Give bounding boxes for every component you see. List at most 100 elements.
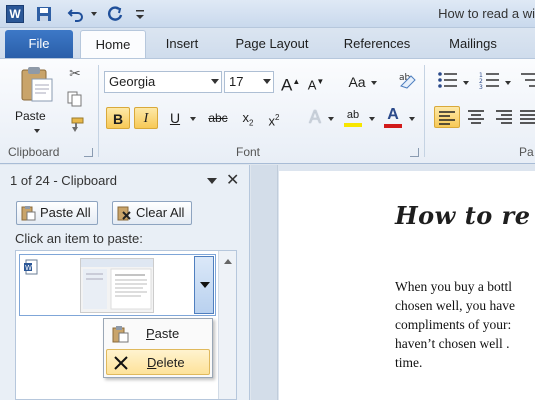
paste-icon [112, 326, 129, 343]
context-menu-paste-label: Paste [146, 326, 180, 341]
text-effects-dropdown-icon[interactable] [328, 117, 334, 121]
font-dialog-launcher-icon[interactable] [410, 148, 419, 157]
svg-text:W: W [25, 264, 32, 272]
subscript-button[interactable]: x2 [238, 107, 258, 129]
numbering-dropdown-icon[interactable] [505, 81, 511, 85]
font-size-combo[interactable]: 17 [224, 71, 274, 93]
document-line: haven’t chosen well . [395, 336, 510, 351]
document-line: chosen well, you have [395, 298, 515, 313]
pane-options-chevron-icon[interactable] [207, 178, 217, 184]
bullets-icon[interactable] [436, 71, 460, 93]
tab-file[interactable]: File [5, 30, 73, 58]
clipboard-pane-header: 1 of 24 - Clipboard ✕ [0, 165, 250, 195]
cut-icon[interactable]: ✂ [66, 65, 84, 81]
clipboard-pane-title: 1 of 24 - Clipboard [10, 173, 117, 188]
scroll-up-icon[interactable] [224, 259, 232, 264]
close-icon[interactable]: ✕ [226, 170, 239, 190]
tab-mailings[interactable]: Mailings [432, 30, 514, 58]
font-color-dropdown-icon[interactable] [409, 117, 415, 121]
align-right-icon[interactable] [492, 106, 516, 128]
highlight-label: ab [346, 109, 360, 121]
clipboard-dialog-launcher-icon[interactable] [84, 148, 93, 157]
clipboard-group-label: Clipboard [8, 145, 60, 159]
title-bar: W How to read a wi [0, 0, 535, 28]
paste-icon[interactable] [16, 65, 56, 105]
font-group-label: Font [236, 145, 261, 159]
underline-button[interactable]: U [166, 107, 184, 129]
chevron-down-icon [263, 79, 271, 84]
highlight-color-swatch [344, 123, 362, 127]
redo-icon[interactable] [104, 4, 126, 24]
undo-icon[interactable] [62, 4, 90, 24]
clear-all-label: Clear All [136, 205, 185, 220]
context-menu-delete[interactable]: Delete [106, 349, 210, 375]
clipboard-item-dropdown-button[interactable] [194, 256, 214, 314]
tab-home[interactable]: Home [80, 30, 146, 58]
ribbon-home: Paste ✂ Clipboard Georgia 17 A▲ A▼ Aa ab… [0, 58, 535, 164]
bold-button[interactable]: B [106, 107, 130, 129]
context-menu-paste[interactable]: Paste [106, 321, 210, 347]
group-divider [98, 65, 99, 157]
font-color-button[interactable]: A [382, 104, 404, 128]
clipboard-item-context-menu: Paste Delete [103, 318, 213, 378]
tab-references[interactable]: References [332, 30, 422, 58]
text-effects-button[interactable]: A [304, 106, 326, 128]
chevron-down-icon [211, 79, 219, 84]
font-size-value: 17 [229, 74, 244, 89]
numbering-icon[interactable]: 123 [478, 71, 502, 93]
format-painter-icon[interactable] [66, 117, 84, 133]
underline-dropdown-icon[interactable] [190, 117, 196, 121]
shrink-font-button[interactable]: A▼ [307, 71, 325, 93]
document-line: When you buy a bottl [395, 279, 512, 294]
document-line: time. [395, 355, 423, 370]
clear-all-icon [117, 206, 131, 221]
italic-button[interactable]: I [134, 107, 158, 129]
window-title: How to read a wi [438, 6, 535, 21]
svg-text:3: 3 [479, 84, 483, 89]
bullets-dropdown-icon[interactable] [463, 81, 469, 85]
document-gutter [251, 165, 278, 400]
change-case-button[interactable]: Aa [345, 71, 369, 93]
font-name-value: Georgia [109, 74, 156, 89]
paste-all-icon [21, 206, 36, 221]
font-name-combo[interactable]: Georgia [104, 71, 222, 93]
delete-icon [114, 356, 128, 370]
paste-options-dropdown-icon[interactable] [34, 129, 40, 133]
tab-page-layout[interactable]: Page Layout [222, 30, 322, 58]
clipboard-hint-text: Click an item to paste: [15, 231, 143, 246]
undo-dropdown-icon[interactable] [91, 12, 97, 16]
paste-all-button[interactable]: Paste All [16, 201, 98, 225]
word-app-icon[interactable]: W [6, 5, 24, 23]
clipboard-scrollbar[interactable] [218, 251, 236, 399]
align-left-icon[interactable] [434, 106, 460, 128]
paste-button-label[interactable]: Paste [15, 109, 46, 123]
context-menu-delete-label: Delete [147, 355, 185, 370]
clear-formatting-icon[interactable]: ab [396, 69, 418, 91]
tab-insert[interactable]: Insert [152, 30, 212, 58]
copy-icon[interactable] [66, 91, 84, 107]
paragraph-group-label: Pa [519, 145, 534, 159]
grow-font-button[interactable]: A▲ [281, 71, 300, 95]
strikethrough-button[interactable]: abc [204, 107, 232, 129]
highlight-button[interactable]: ab [342, 104, 364, 127]
font-color-label: A [387, 106, 399, 123]
customize-qat-icon[interactable] [133, 4, 147, 24]
clipboard-item-thumbnail [80, 258, 154, 313]
highlight-dropdown-icon[interactable] [369, 117, 375, 121]
superscript-button[interactable]: x2 [264, 107, 284, 129]
group-divider [424, 65, 425, 157]
justify-icon[interactable] [518, 106, 535, 128]
clipboard-item[interactable]: W [19, 254, 216, 316]
align-center-icon[interactable] [464, 106, 488, 128]
document-area: How to re When you buy a bottl chosen we… [251, 165, 535, 400]
save-icon[interactable] [34, 4, 54, 24]
change-case-dropdown-icon[interactable] [371, 81, 377, 85]
grow-font-label: A [281, 75, 293, 95]
document-heading: How to re [395, 201, 531, 230]
document-line: compliments of your: [395, 317, 512, 332]
paste-all-label: Paste All [40, 205, 91, 220]
document-page[interactable]: How to re When you buy a bottl chosen we… [279, 171, 535, 400]
multilevel-list-icon[interactable] [518, 71, 535, 93]
clear-all-button[interactable]: Clear All [112, 201, 192, 225]
ribbon-tab-row: File Home Insert Page Layout References … [0, 28, 535, 58]
